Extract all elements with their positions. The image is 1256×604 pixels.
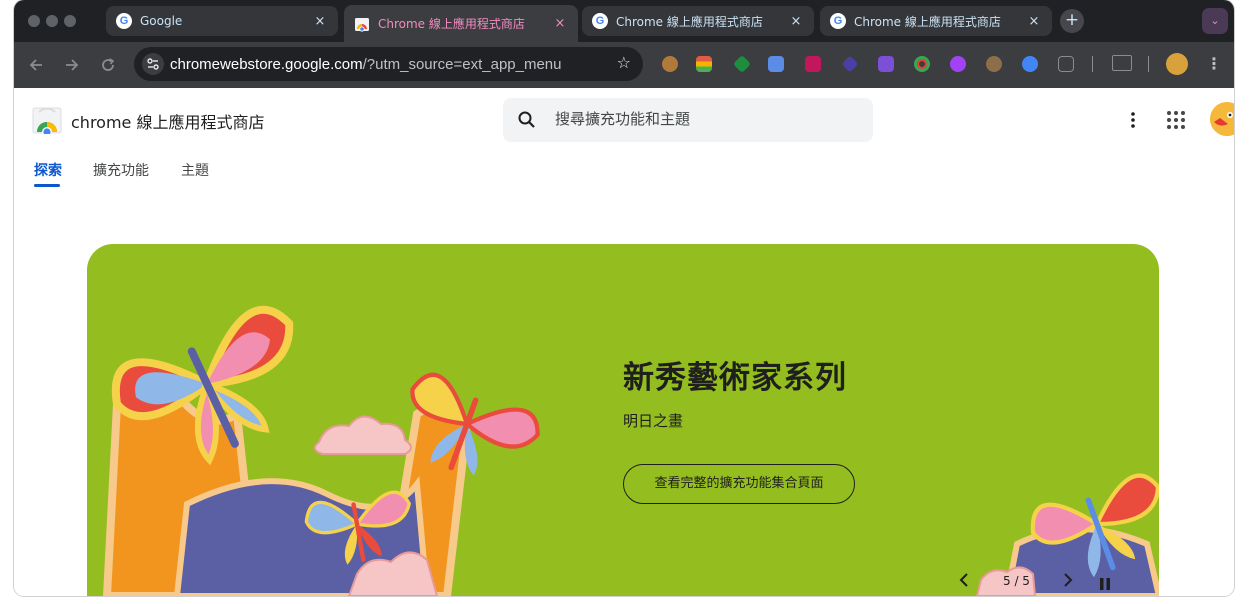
compass-icon[interactable] xyxy=(1022,56,1038,72)
browser-toolbar: chromewebstore.google.com/?utm_source=ex… xyxy=(14,42,1234,88)
tab-title: Google xyxy=(140,14,183,28)
tab-chrome-web-store-active[interactable]: Chrome 線上應用程式商店 × xyxy=(344,5,578,42)
store-name[interactable]: chrome 線上應用程式商店 xyxy=(71,109,264,133)
tab-close-icon[interactable]: × xyxy=(312,14,328,29)
more-options-icon[interactable] xyxy=(1122,109,1144,131)
featured-banner: 新秀藝術家系列 明日之畫 查看完整的擴充功能集合頁面 5 / 5 xyxy=(87,244,1159,596)
tab-strip: G Google × Chrome 線上應用程式商店 × G Chrome 線上… xyxy=(14,0,1234,42)
chrome-web-store-logo[interactable] xyxy=(32,106,62,137)
tab-search-button[interactable]: ⌄ xyxy=(1202,8,1228,34)
chrome-web-store-icon xyxy=(354,16,370,32)
tab-title: Chrome 線上應用程式商店 xyxy=(854,14,1001,29)
toolbar-divider xyxy=(1148,56,1149,72)
address-bar[interactable]: chromewebstore.google.com/?utm_source=ex… xyxy=(134,47,643,81)
url-host: chromewebstore.google.com xyxy=(170,56,363,73)
bookmark-star-icon[interactable]: ☆ xyxy=(617,53,631,72)
profile-avatar[interactable] xyxy=(1166,53,1188,75)
search-input[interactable] xyxy=(555,110,855,128)
reload-icon[interactable] xyxy=(97,54,119,76)
tab-close-icon[interactable]: × xyxy=(1026,14,1042,29)
google-icon: G xyxy=(592,13,608,29)
tab-extensions[interactable]: 擴充功能 xyxy=(93,160,149,180)
toolbar-divider xyxy=(1092,56,1093,72)
carousel-prev-icon[interactable] xyxy=(957,572,971,592)
browser-window: G Google × Chrome 線上應用程式商店 × G Chrome 線上… xyxy=(14,0,1234,596)
bear-icon[interactable] xyxy=(986,56,1002,72)
tab-google[interactable]: G Google × xyxy=(106,6,338,36)
google-apps-icon[interactable] xyxy=(1166,110,1186,130)
tab-title: Chrome 線上應用程式商店 xyxy=(378,17,525,31)
tab-close-icon[interactable]: × xyxy=(788,14,804,29)
browser-menu-icon[interactable]: ⋮ xyxy=(1206,54,1222,73)
window-zoom-dot[interactable] xyxy=(64,15,76,27)
forward-icon[interactable] xyxy=(60,54,82,76)
new-tab-button[interactable]: + xyxy=(1060,9,1084,33)
side-panel-icon[interactable] xyxy=(1112,55,1132,71)
site-info-icon[interactable] xyxy=(142,53,164,75)
store-search[interactable] xyxy=(503,98,873,142)
account-avatar[interactable] xyxy=(1210,102,1234,136)
carousel-pause-icon[interactable] xyxy=(1099,576,1111,590)
ring-icon[interactable] xyxy=(914,56,930,72)
tab-discover[interactable]: 探索 xyxy=(34,160,62,180)
tab-title: Chrome 線上應用程式商店 xyxy=(616,14,763,29)
translate-icon[interactable] xyxy=(768,56,784,72)
carousel-next-icon[interactable] xyxy=(1061,572,1075,592)
active-tab-indicator xyxy=(34,184,60,187)
tab-themes[interactable]: 主題 xyxy=(181,160,209,180)
url-text: chromewebstore.google.com/?utm_source=ex… xyxy=(170,56,562,73)
tab-chrome-web-store[interactable]: G Chrome 線上應用程式商店 × xyxy=(820,6,1052,36)
fox-icon[interactable] xyxy=(878,56,894,72)
view-collection-button[interactable]: 查看完整的擴充功能集合頁面 xyxy=(623,464,855,504)
banner-title: 新秀藝術家系列 xyxy=(623,360,847,396)
web-store-page: chrome 線上應用程式商店 探索 擴充功能 主題 xyxy=(14,88,1234,596)
search-icon xyxy=(517,110,537,130)
brain-icon[interactable] xyxy=(950,56,966,72)
tab-close-icon[interactable]: × xyxy=(552,16,568,31)
window-close-dot[interactable] xyxy=(28,15,40,27)
puzzle-icon[interactable] xyxy=(1058,56,1074,72)
flower-icon[interactable] xyxy=(805,56,821,72)
window-minimize-dot[interactable] xyxy=(46,15,58,27)
google-icon: G xyxy=(116,13,132,29)
stack-icon[interactable] xyxy=(696,56,712,72)
back-icon[interactable] xyxy=(26,54,48,76)
tab-chrome-web-store[interactable]: G Chrome 線上應用程式商店 × xyxy=(582,6,814,36)
carousel-counter: 5 / 5 xyxy=(1003,574,1030,588)
banner-subtitle: 明日之畫 xyxy=(623,412,684,430)
url-path: /?utm_source=ext_app_menu xyxy=(362,56,562,73)
google-icon: G xyxy=(830,13,846,29)
cookie-icon[interactable] xyxy=(662,56,678,72)
